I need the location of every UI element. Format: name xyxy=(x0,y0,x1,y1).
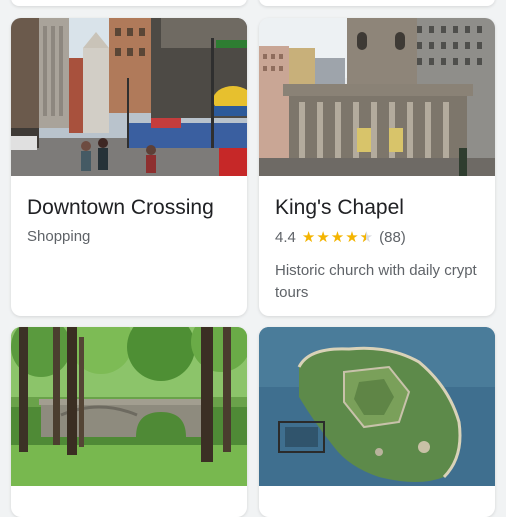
partial-card-top-right[interactable] xyxy=(259,0,495,6)
review-count: (88) xyxy=(379,228,406,246)
star-icon: ★ xyxy=(301,229,316,246)
place-category: Shopping xyxy=(27,228,91,245)
star-icon: ★ xyxy=(316,229,330,246)
partial-card-top-left[interactable] xyxy=(11,0,247,6)
star-icon: ★ xyxy=(345,229,359,246)
place-description: Historic church with daily crypt tours xyxy=(275,262,477,301)
place-card-island[interactable] xyxy=(259,327,495,517)
star-icon: ★ xyxy=(330,229,345,246)
island-aerial-photo xyxy=(259,327,495,486)
rating-value: 4.4 xyxy=(275,228,296,246)
place-title: Downtown Crossing xyxy=(27,196,214,219)
kings-chapel-photo xyxy=(259,18,495,176)
place-title: King's Chapel xyxy=(275,196,404,219)
half-star-icon: ★ xyxy=(360,228,373,246)
park-stone-bridge-photo xyxy=(11,327,247,486)
rating-row: 4.4 ★ ★ ★ ★ ★ (88) xyxy=(275,227,406,247)
rating-stars: ★ ★ ★ ★ ★ xyxy=(302,228,373,246)
place-card-downtown-crossing[interactable]: Downtown Crossing Shopping xyxy=(11,18,247,316)
downtown-crossing-photo xyxy=(11,18,247,176)
place-card-kings-chapel[interactable]: King's Chapel 4.4 ★ ★ ★ ★ ★ (88) Histori… xyxy=(259,18,495,316)
place-card-park-bridge[interactable] xyxy=(11,327,247,517)
